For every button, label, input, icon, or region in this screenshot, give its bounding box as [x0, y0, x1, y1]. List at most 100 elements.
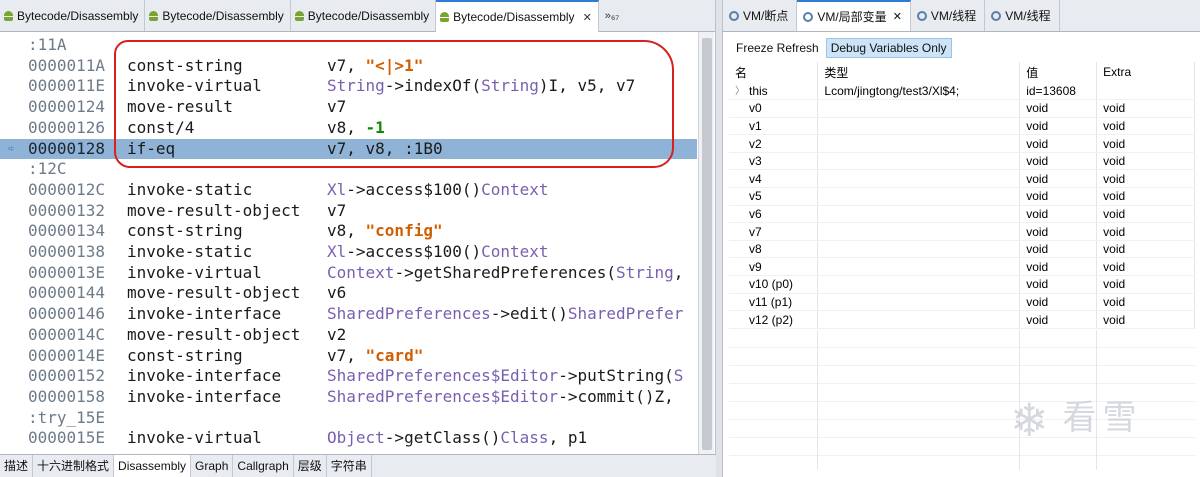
table-row[interactable]: v3 void void	[729, 152, 1195, 171]
table-row[interactable]: v12 (p2) void void	[729, 310, 1195, 329]
variable-type-cell	[817, 310, 1021, 329]
instruction-opcode: move-result-object	[127, 283, 301, 303]
instruction-operands: v7	[327, 201, 346, 222]
table-row[interactable]: v11 (p1) void void	[729, 293, 1195, 312]
column-header-1[interactable]: 名	[729, 62, 819, 82]
column-header-3[interactable]: 值	[1019, 62, 1098, 82]
instruction-address: 00000132	[28, 200, 106, 220]
table-row[interactable]: v5 void void	[729, 187, 1195, 206]
variable-name-cell: v6	[729, 205, 819, 224]
instruction-line[interactable]: 00000144 move-result-object v6	[0, 283, 697, 304]
code-label: :12C	[28, 159, 67, 179]
variable-extra-cell: void	[1096, 293, 1195, 312]
scrollbar-thumb[interactable]	[702, 38, 712, 450]
variable-extra-cell: void	[1096, 240, 1195, 259]
instruction-operands: v2	[327, 325, 346, 346]
view-tab-6[interactable]: 层级	[294, 455, 327, 477]
table-row[interactable]: v4 void void	[729, 169, 1195, 189]
close-icon[interactable]: ✕	[893, 10, 902, 23]
operand-text: v6	[327, 283, 347, 303]
code-vertical-scrollbar[interactable]	[698, 32, 714, 454]
code-label-line[interactable]: :try_15E	[0, 408, 697, 429]
instruction-line[interactable]: 0000014C move-result-object v2	[0, 325, 697, 346]
instruction-line[interactable]: 00000134 const-string v8, "config"	[0, 221, 697, 242]
tab-overflow-button[interactable]: »₆₇	[599, 0, 625, 31]
instruction-line[interactable]: 0000012C invoke-static Xl->access$100()Con…	[0, 180, 697, 201]
debugger-tab-3[interactable]: VM/线程	[911, 0, 986, 31]
variable-type-cell	[817, 117, 1021, 136]
vm-icon	[916, 10, 927, 21]
variable-name-cell: v9	[729, 257, 819, 277]
variable-name: v9	[749, 259, 762, 274]
view-mode-tab-bar: 描述 十六进制格式 Disassembly Graph Callgraph 层级 字符串	[0, 454, 716, 477]
instruction-line[interactable]: 00000146 invoke-interface SharedPreference…	[0, 304, 697, 325]
debugger-tab-1[interactable]: VM/断点	[723, 0, 798, 31]
variable-name: v5	[749, 189, 762, 204]
instruction-line[interactable]: 0000013E invoke-virtual Context->getShared…	[0, 263, 697, 284]
table-row[interactable]: 〉 this Lcom/jingtong/test3/Xl$4; id=13608	[729, 82, 1195, 101]
freeze-refresh-button[interactable]: Freeze Refresh	[731, 38, 824, 58]
column-header-4[interactable]: Extra	[1096, 62, 1195, 82]
type-reference: Class	[500, 428, 549, 448]
instruction-line[interactable]: 00000158 invoke-interface SharedPreference…	[0, 387, 697, 408]
instruction-address: 0000011E	[28, 76, 106, 96]
android-icon	[4, 10, 13, 21]
table-row[interactable]: v9 void void	[729, 257, 1195, 277]
debugger-tab-4[interactable]: VM/线程	[985, 0, 1060, 31]
variable-type-cell	[817, 257, 1021, 277]
view-tab-1[interactable]: 描述	[0, 455, 34, 477]
instruction-opcode: invoke-interface	[127, 366, 282, 386]
locals-toolbar: Freeze Refresh Debug Variables Only	[731, 38, 952, 58]
chevron-right-icon[interactable]: 〉	[735, 82, 745, 97]
editor-tab-4[interactable]: Bytecode/Disassembly ✕	[436, 0, 599, 32]
instruction-line[interactable]: 00000138 invoke-static Xl->access$100()Con…	[0, 242, 697, 263]
view-tab-2[interactable]: 十六进制格式	[33, 455, 115, 477]
table-row[interactable]: v0 void void	[729, 99, 1195, 118]
editor-tab-label: Bytecode/Disassembly	[162, 8, 284, 23]
vm-icon	[991, 10, 1002, 21]
debug-variables-only-toggle[interactable]: Debug Variables Only	[825, 38, 952, 58]
variable-value-cell: void	[1019, 257, 1098, 277]
variable-value-cell: void	[1019, 240, 1098, 259]
table-row[interactable]: v1 void void	[729, 117, 1195, 136]
editor-tab-3[interactable]: Bytecode/Disassembly	[291, 0, 437, 31]
variable-name: v11 (p1)	[749, 294, 793, 309]
view-tab-7[interactable]: 字符串	[327, 455, 372, 477]
instruction-opcode: invoke-virtual	[127, 428, 262, 448]
type-reference: SharedPreferences$Editor	[327, 366, 559, 386]
instruction-line[interactable]: 00000152 invoke-interface SharedPreference…	[0, 366, 697, 387]
instruction-opcode: const-string	[127, 221, 243, 241]
view-tab-3[interactable]: Disassembly	[114, 455, 192, 477]
table-row[interactable]: v8 void void	[729, 240, 1195, 259]
debugger-tab-2[interactable]: VM/局部变量 ✕	[797, 0, 911, 31]
column-header-2[interactable]: 类型	[817, 62, 1021, 82]
variable-name-cell: 〉 this	[729, 82, 819, 101]
variable-type-cell	[817, 134, 1021, 153]
view-tab-4[interactable]: Graph	[191, 455, 234, 477]
variable-name-cell: v4	[729, 169, 819, 189]
operand-text: v2	[327, 324, 347, 344]
variable-type-cell: Lcom/jingtong/test3/Xl$4;	[817, 82, 1021, 101]
variable-value-cell: void	[1019, 205, 1098, 224]
instruction-line[interactable]: 0000015E invoke-virtual Object->getClass()…	[0, 428, 697, 449]
operand-text: ->commit()Z,	[558, 386, 674, 406]
locals-table-header: 名类型值 Extra	[729, 62, 1195, 82]
instruction-address: 00000158	[28, 386, 106, 406]
instruction-operands: SharedPreferences$Editor->putString(S	[327, 366, 683, 387]
variable-extra-cell: void	[1096, 117, 1195, 136]
close-icon[interactable]: ✕	[583, 11, 592, 24]
code-label: :11A	[28, 35, 67, 54]
view-tab-5[interactable]: Callgraph	[233, 455, 294, 477]
table-row[interactable]: v6 void void	[729, 205, 1195, 224]
instruction-opcode: invoke-static	[127, 242, 253, 261]
operand-text: ->putString(	[558, 366, 674, 386]
watermark: ❄ 看雪	[1010, 390, 1170, 450]
table-row[interactable]: v7 void void	[729, 222, 1195, 241]
instruction-line[interactable]: 0000014E const-string v7, "card"	[0, 346, 697, 367]
variable-type-cell	[817, 99, 1021, 118]
editor-tab-2[interactable]: Bytecode/Disassembly	[145, 0, 291, 31]
table-row[interactable]: v2 void void	[729, 134, 1195, 153]
table-row[interactable]: v10 (p0) void void	[729, 275, 1195, 294]
instruction-line[interactable]: 00000132 move-result-object v7	[0, 201, 697, 222]
editor-tab-1[interactable]: Bytecode/Disassembly	[0, 0, 146, 31]
